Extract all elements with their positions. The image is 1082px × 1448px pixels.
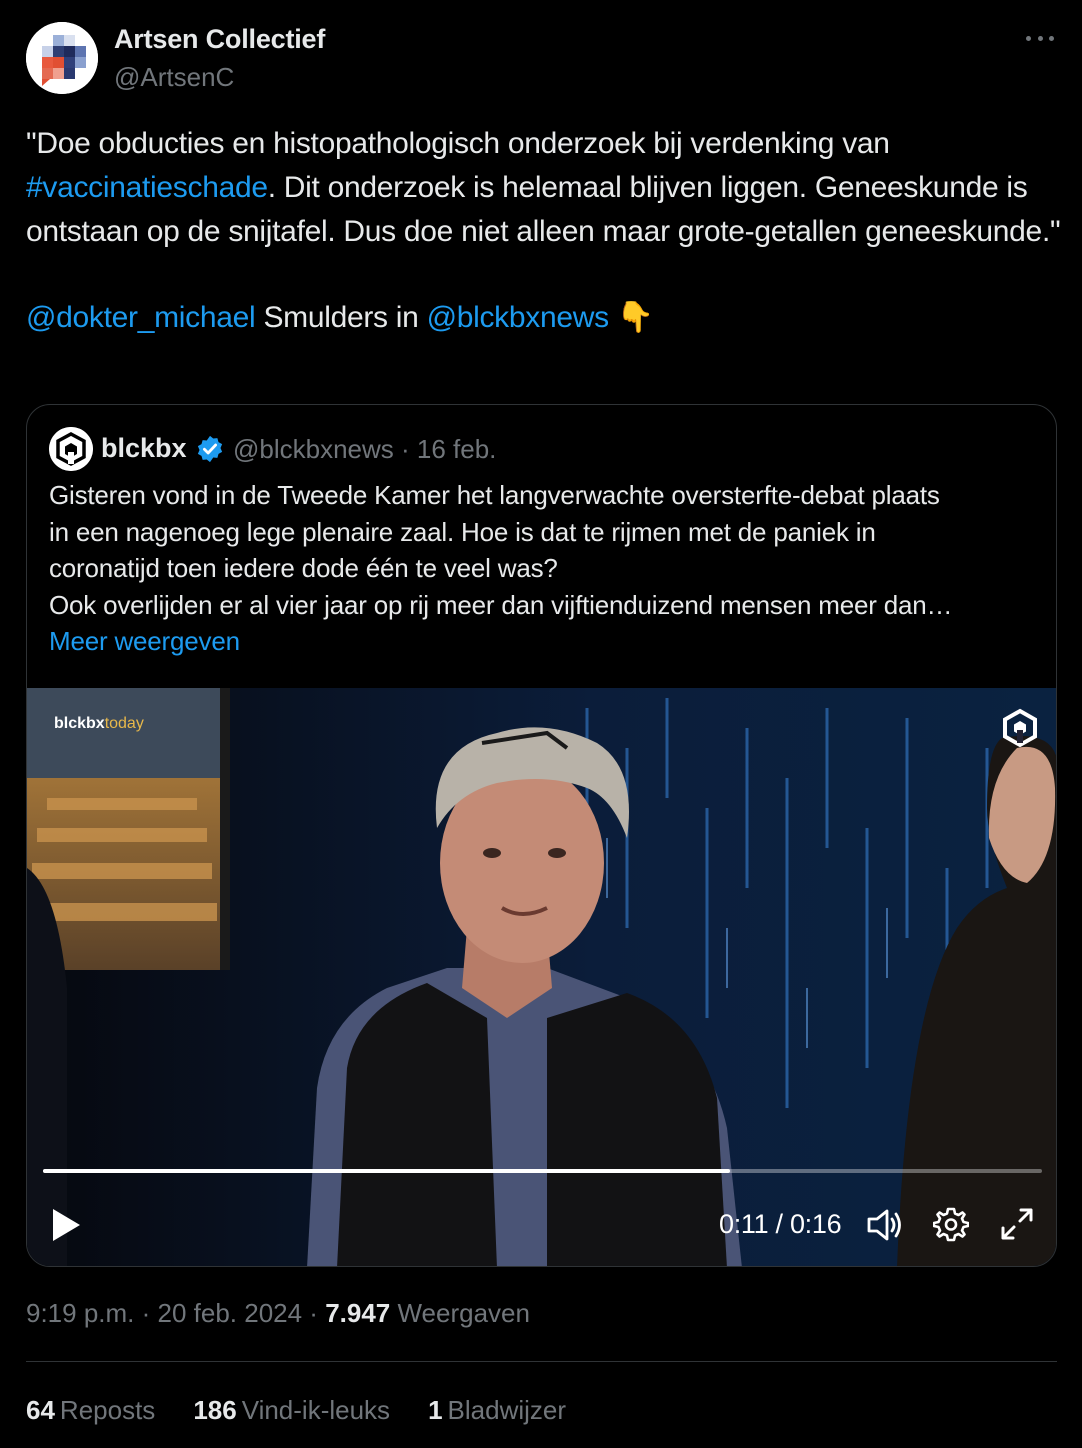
reposts-label: Reposts: [59, 1395, 156, 1425]
tweet-timestamp[interactable]: 9:19 p.m. · 20 feb. 2024 ·: [26, 1298, 325, 1328]
bookmarks-count: 1: [428, 1395, 443, 1425]
hashtag-link[interactable]: #vaccinatieschade: [26, 171, 268, 204]
artsen-collectief-logo-icon: [26, 22, 98, 94]
more-options-icon[interactable]: [1026, 26, 1054, 50]
quoted-text-line: Gisteren vond in de Tweede Kamer het lan…: [49, 480, 940, 510]
views-count: 7.947: [325, 1298, 391, 1328]
watermark-brand: blckbx: [54, 715, 105, 732]
likes-label: Vind-ik-leuks: [241, 1395, 391, 1425]
quoted-text-line: in een nagenoeg lege plenaire zaal. Hoe …: [49, 516, 876, 547]
video-progress-fill: [43, 1169, 730, 1173]
author-handle[interactable]: @ArtsenC: [114, 62, 234, 93]
quoted-handle-date[interactable]: @blckbxnews · 16 feb.: [233, 434, 496, 465]
quoted-text-line: coronatijd toen iedere dode één te veel …: [49, 553, 558, 583]
blckbx-watermark-icon: [1003, 708, 1037, 748]
tweet-meta: 9:19 p.m. · 20 feb. 2024 · 7.947 Weergav…: [26, 1298, 530, 1329]
quoted-tweet-card[interactable]: blckbx @blckbxnews · 16 feb. Gisteren vo…: [26, 404, 1057, 1267]
views-label: Weergaven: [390, 1298, 530, 1328]
mention-line-text: Smulders in: [255, 301, 427, 334]
fullscreen-icon[interactable]: [999, 1206, 1035, 1242]
tweet-quote-paragraph: "Doe obducties en histopathologisch onde…: [26, 122, 1066, 254]
tweet-text: "Doe obducties en histopathologisch onde…: [26, 122, 1066, 340]
author-avatar[interactable]: [26, 22, 98, 94]
play-icon[interactable]: [49, 1206, 83, 1244]
likes-count: 186: [193, 1395, 237, 1425]
bookmarks-stat[interactable]: 1 Bladwijzer: [428, 1395, 566, 1426]
verified-badge-icon: [197, 435, 223, 463]
volume-icon[interactable]: [865, 1207, 905, 1243]
video-time: 0:11 / 0:16: [719, 1209, 842, 1239]
mention-line: @dokter_michael Smulders in @blckbxnews …: [26, 296, 1066, 340]
mention-link-blckbxnews[interactable]: @blckbxnews: [427, 301, 610, 334]
quoted-avatar[interactable]: [49, 427, 93, 471]
show-more-link[interactable]: Meer weergeven: [49, 623, 1039, 660]
watermark-suffix: today: [104, 715, 144, 732]
mention-link-dokter-michael[interactable]: @dokter_michael: [26, 301, 256, 334]
reposts-count: 64: [26, 1395, 55, 1425]
divider: [26, 1361, 1057, 1362]
video-progress-bar[interactable]: [43, 1169, 1042, 1173]
video-player[interactable]: blckbxtoday 0:11 / 0:16: [27, 688, 1056, 1266]
quoted-author-name[interactable]: blckbx: [101, 433, 187, 464]
video-watermark: blckbxtoday: [54, 715, 144, 733]
settings-gear-icon[interactable]: [933, 1206, 969, 1242]
reposts-stat[interactable]: 64 Reposts: [26, 1395, 155, 1426]
bookmarks-label: Bladwijzer: [447, 1395, 567, 1425]
author-name[interactable]: Artsen Collectief: [114, 24, 325, 55]
blckbx-logo-icon: [49, 427, 93, 471]
tweet: Artsen Collectief @ArtsenC "Doe obductie…: [0, 0, 1082, 1448]
tweet-text-start: "Doe obducties en histopathologisch onde…: [26, 127, 890, 160]
likes-stat[interactable]: 186 Vind-ik-leuks: [193, 1395, 390, 1426]
quoted-text-line: Ook overlijden er al vier jaar op rij me…: [49, 589, 953, 620]
quoted-tweet-text: Gisteren vond in de Tweede Kamer het lan…: [49, 477, 1039, 660]
video-frame: [27, 688, 1056, 1266]
engagement-stats: 64 Reposts 186 Vind-ik-leuks 1 Bladwijzer: [26, 1395, 566, 1426]
pointing-down-emoji: 👇: [616, 301, 654, 334]
